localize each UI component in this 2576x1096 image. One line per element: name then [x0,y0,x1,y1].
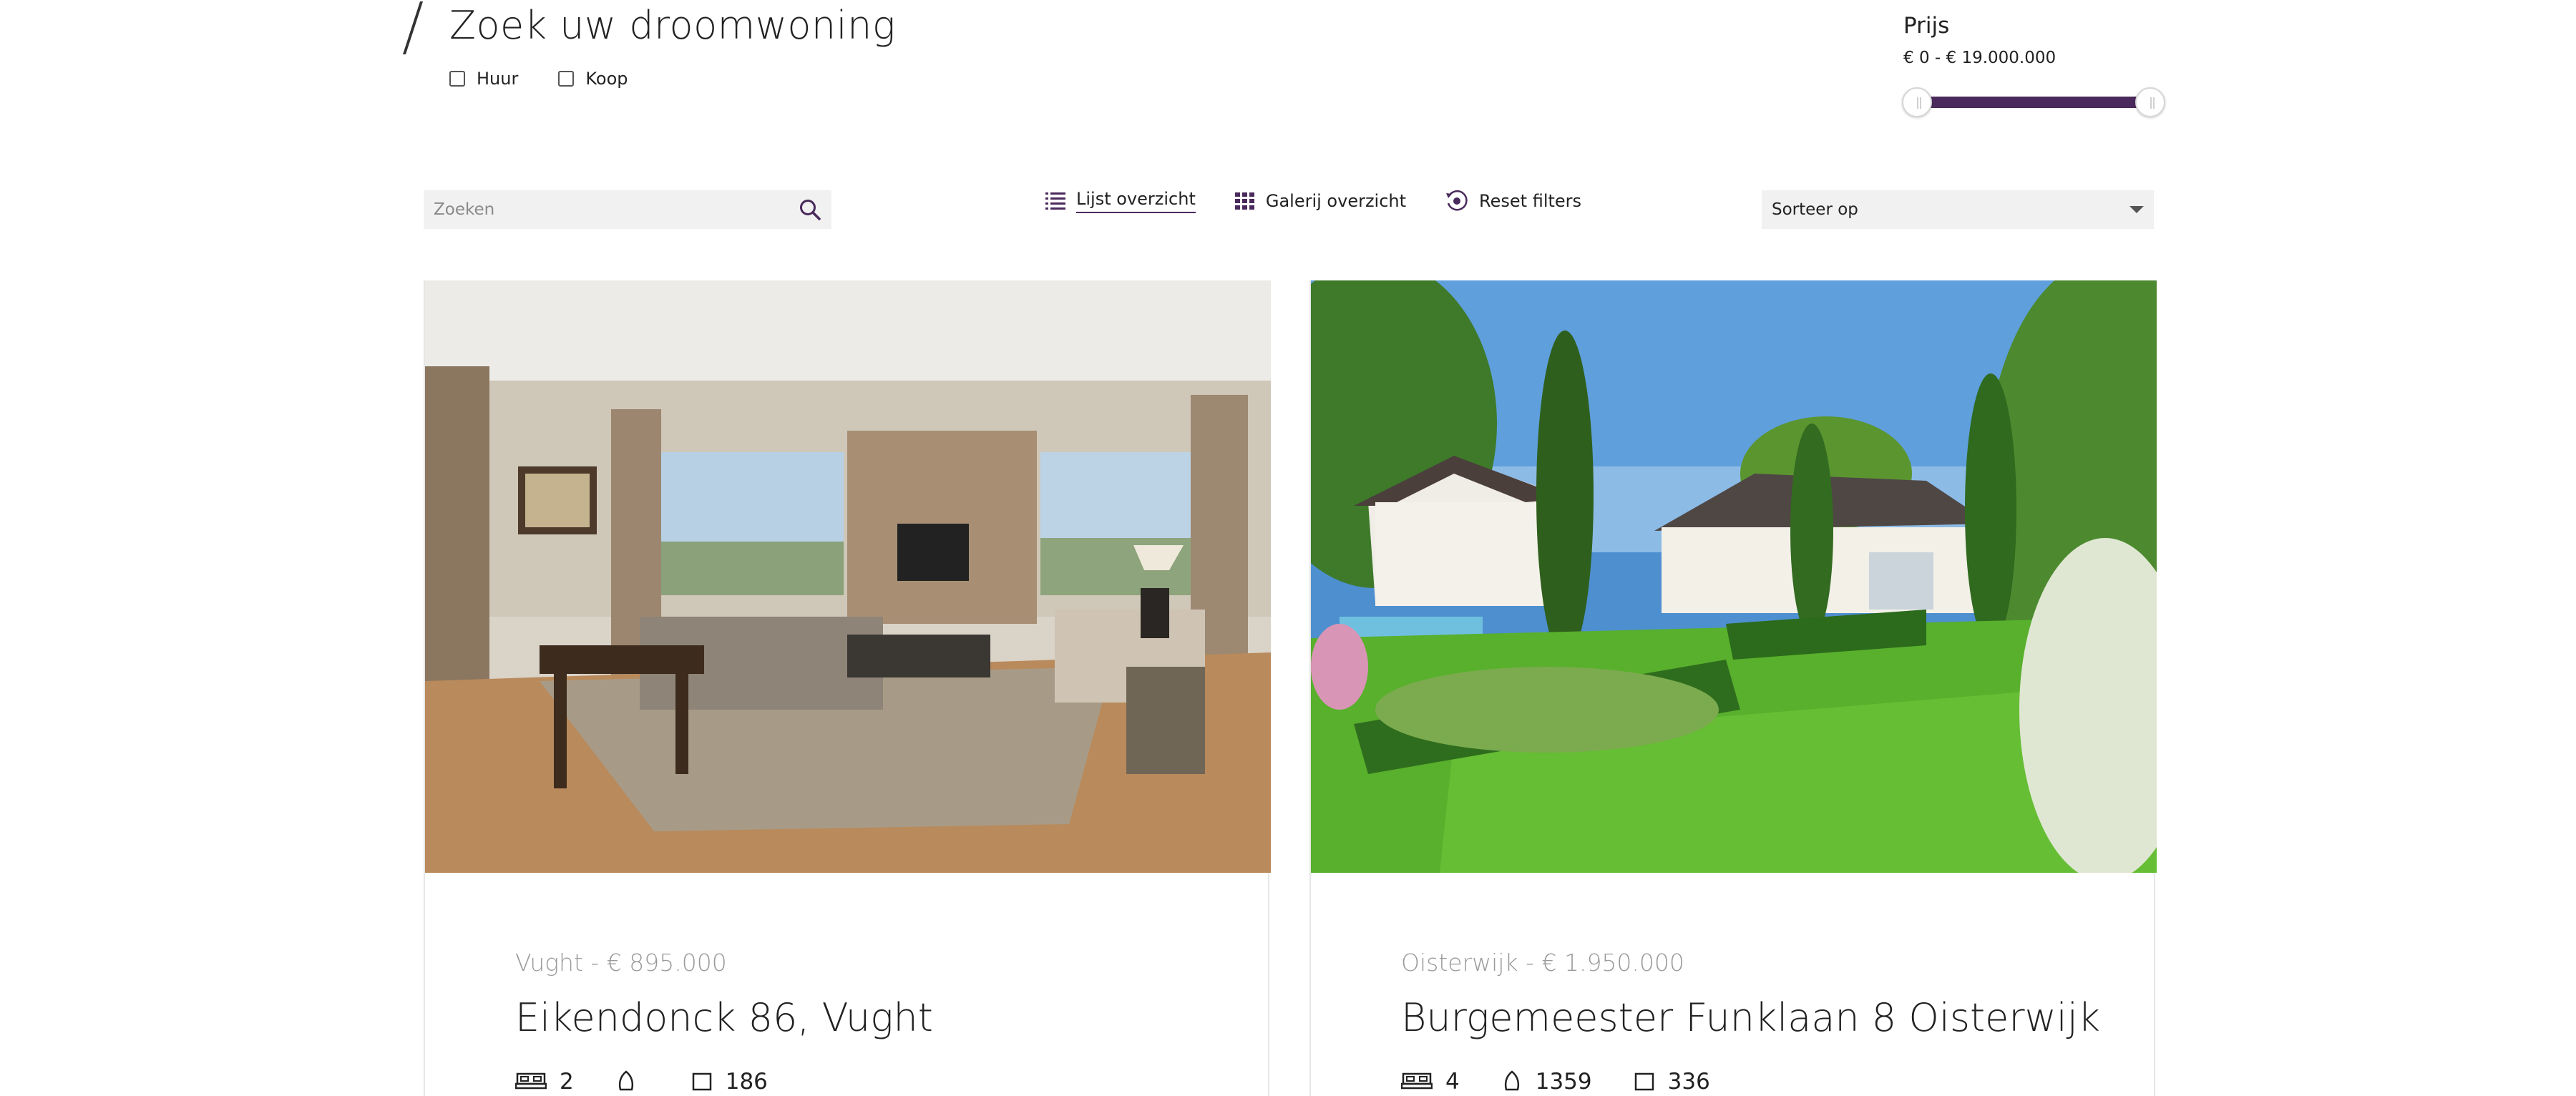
price-slider-min-handle[interactable] [1902,87,1932,117]
reset-filters-label: Reset filters [1479,191,1582,211]
title-slash-decoration [402,1,424,54]
grid-icon [1234,191,1256,211]
koop-label: Koop [585,69,628,89]
listing-body: Vught - € 895.000 Eikendonck 86, Vught 2… [425,873,1268,1095]
listing-features: 2 186 [515,1069,1268,1095]
listing-title[interactable]: Burgemeester Funklaan 8 Oisterwijk [1401,995,2154,1040]
bed-icon [1401,1071,1433,1092]
price-filter: Prijs € 0 - € 19.000.000 [1903,13,2175,67]
listing-card[interactable]: Oisterwijk - € 1.950.000 Burgemeester Fu… [1309,280,2157,1096]
feature-area: 186 [691,1069,768,1095]
list-view-button[interactable]: Lijst overzicht [1045,189,1196,213]
plot-icon [1501,1070,1523,1094]
sort-label: Sorteer op [1772,200,1858,219]
area-value: 186 [725,1069,768,1095]
price-range-text: € 0 - € 19.000.000 [1903,49,2057,67]
plot-icon [615,1070,637,1094]
feature-plot [615,1070,650,1094]
sort-dropdown[interactable]: Sorteer op [1762,190,2154,229]
listing-type-filters: Huur Koop [449,69,668,89]
area-value: 336 [1667,1069,1710,1095]
bedrooms-value: 4 [1445,1069,1460,1095]
filter-huur[interactable]: Huur [449,69,518,89]
plot-value: 1359 [1535,1069,1592,1095]
listing-features: 4 1359 336 [1401,1069,2154,1095]
feature-bedrooms: 2 [515,1069,574,1095]
filter-koop[interactable]: Koop [558,69,628,89]
bed-icon [515,1071,547,1092]
listing-photo-living-room[interactable] [425,280,1271,873]
search-box [424,190,831,229]
koop-checkbox[interactable] [558,71,575,87]
listing-location-price: Oisterwijk - € 1.950.000 [1401,949,1684,977]
feature-plot: 1359 [1501,1069,1592,1095]
page-title: Zoek uw droomwoning [449,3,896,48]
price-slider-track [1912,97,2155,108]
price-slider[interactable] [1902,87,2165,117]
huur-label: Huur [477,69,519,89]
search-button[interactable] [789,190,831,229]
gallery-view-label: Galerij overzicht [1265,191,1407,211]
search-input[interactable] [424,190,789,229]
listing-card[interactable]: Vught - € 895.000 Eikendonck 86, Vught 2… [424,280,1271,1096]
reset-filters-button[interactable]: Reset filters [1445,189,1581,213]
listing-title[interactable]: Eikendonck 86, Vught [515,995,1268,1040]
search-icon [800,200,821,220]
gallery-view-button[interactable]: Galerij overzicht [1234,191,1406,211]
price-slider-max-handle[interactable] [2135,87,2165,117]
area-icon [691,1071,713,1092]
listing-photo-villa-garden[interactable] [1311,280,2157,873]
feature-area: 336 [1634,1069,1710,1095]
area-icon [1634,1071,1655,1092]
feature-bedrooms: 4 [1401,1069,1460,1095]
huur-checkbox[interactable] [449,71,465,87]
listing-location-price: Vught - € 895.000 [515,949,727,977]
view-toggle: Lijst overzicht Galerij overzicht Reset … [1045,189,1620,213]
list-view-label: Lijst overzicht [1076,189,1196,213]
bedrooms-value: 2 [560,1069,574,1095]
list-icon [1045,191,1066,211]
chevron-down-icon [2129,206,2144,213]
listing-body: Oisterwijk - € 1.950.000 Burgemeester Fu… [1311,873,2154,1095]
price-title: Prijs [1903,13,1950,39]
reset-icon [1445,189,1469,213]
